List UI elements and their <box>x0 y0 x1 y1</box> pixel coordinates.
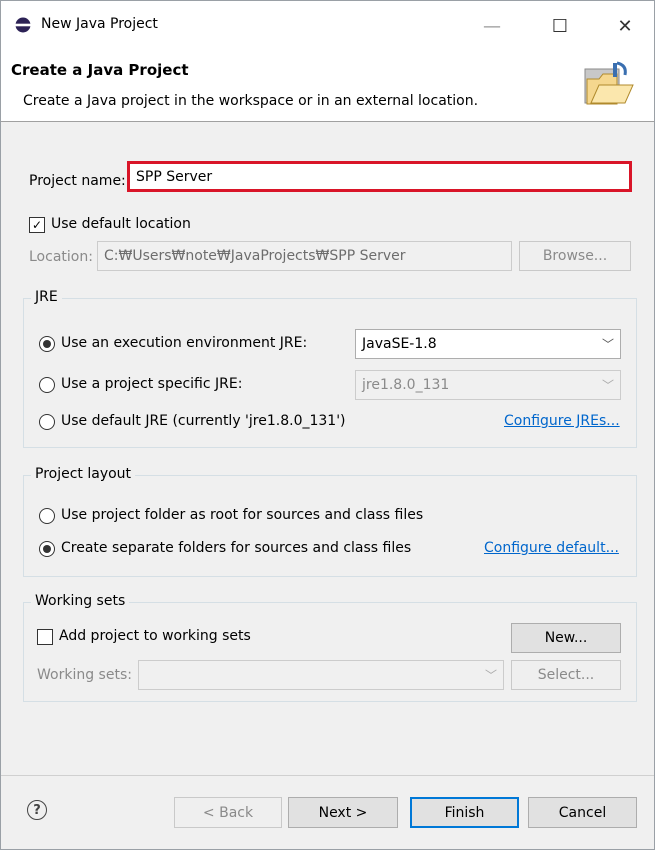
chevron-down-icon: ﹀ <box>601 378 614 393</box>
window-title: New Java Project <box>41 16 158 32</box>
project-specific-jre-radio[interactable] <box>39 377 55 393</box>
folder-wizard-icon <box>584 61 634 105</box>
working-sets-select[interactable]: ﹀ <box>138 660 504 690</box>
close-button[interactable]: ✕ <box>600 1 650 51</box>
project-name-label: Project name: <box>29 173 126 189</box>
folder-as-root-label: Use project folder as root for sources a… <box>61 507 424 523</box>
separate-folders-radio[interactable] <box>39 541 55 557</box>
project-name-value: SPP Server <box>136 168 213 185</box>
select-working-sets-button[interactable]: Select... <box>511 660 621 690</box>
add-to-working-sets-label: Add project to working sets <box>59 628 251 644</box>
page-description: Create a Java project in the workspace o… <box>23 93 479 109</box>
execution-env-label: Use an execution environment JRE: <box>61 335 308 351</box>
project-specific-jre-label: Use a project specific JRE: <box>61 376 243 392</box>
add-to-working-sets-checkbox[interactable] <box>37 629 53 645</box>
location-input[interactable]: C:₩Users₩note₩JavaProjects₩SPP Server <box>97 241 512 271</box>
execution-env-radio[interactable] <box>39 336 55 352</box>
use-default-location-label: Use default location <box>51 216 191 232</box>
footer-divider <box>1 775 654 776</box>
use-default-location-checkbox[interactable]: ✓ <box>29 217 45 233</box>
working-sets-group-title: Working sets <box>31 593 130 609</box>
project-layout-group <box>23 475 637 577</box>
location-label: Location: <box>29 249 93 265</box>
configure-jres-link[interactable]: Configure JREs... <box>504 413 620 429</box>
project-layout-group-title: Project layout <box>31 466 136 482</box>
maximize-button[interactable]: ☐ <box>535 1 585 51</box>
execution-env-select[interactable]: JavaSE-1.8 ﹀ <box>355 329 621 359</box>
new-working-set-button[interactable]: New... <box>511 623 621 653</box>
cancel-button[interactable]: Cancel <box>528 797 637 828</box>
project-specific-jre-select[interactable]: jre1.8.0_131 ﹀ <box>355 370 621 400</box>
back-button[interactable]: < Back <box>174 797 282 828</box>
finish-button[interactable]: Finish <box>410 797 519 828</box>
default-jre-radio[interactable] <box>39 414 55 430</box>
wizard-header: Create a Java Project Create a Java proj… <box>1 51 654 122</box>
minimize-button[interactable]: — <box>467 1 517 51</box>
eclipse-icon <box>15 17 31 33</box>
configure-default-link[interactable]: Configure default... <box>484 540 619 556</box>
page-title: Create a Java Project <box>11 61 189 79</box>
title-bar: New Java Project — ☐ ✕ <box>1 1 654 51</box>
separate-folders-label: Create separate folders for sources and … <box>61 540 412 556</box>
working-sets-label: Working sets: <box>37 667 132 683</box>
next-button[interactable]: Next > <box>288 797 398 828</box>
default-jre-label: Use default JRE (currently 'jre1.8.0_131… <box>61 413 346 429</box>
folder-as-root-radio[interactable] <box>39 508 55 524</box>
project-name-input[interactable]: SPP Server <box>127 161 632 192</box>
dialog-window: New Java Project — ☐ ✕ Create a Java Pro… <box>0 0 655 850</box>
location-value: C:₩Users₩note₩JavaProjects₩SPP Server <box>104 248 406 264</box>
chevron-down-icon: ﹀ <box>601 337 614 352</box>
jre-group-title: JRE <box>31 289 62 305</box>
browse-button[interactable]: Browse... <box>519 241 631 271</box>
chevron-down-icon: ﹀ <box>484 668 497 683</box>
help-icon[interactable]: ? <box>27 800 47 820</box>
